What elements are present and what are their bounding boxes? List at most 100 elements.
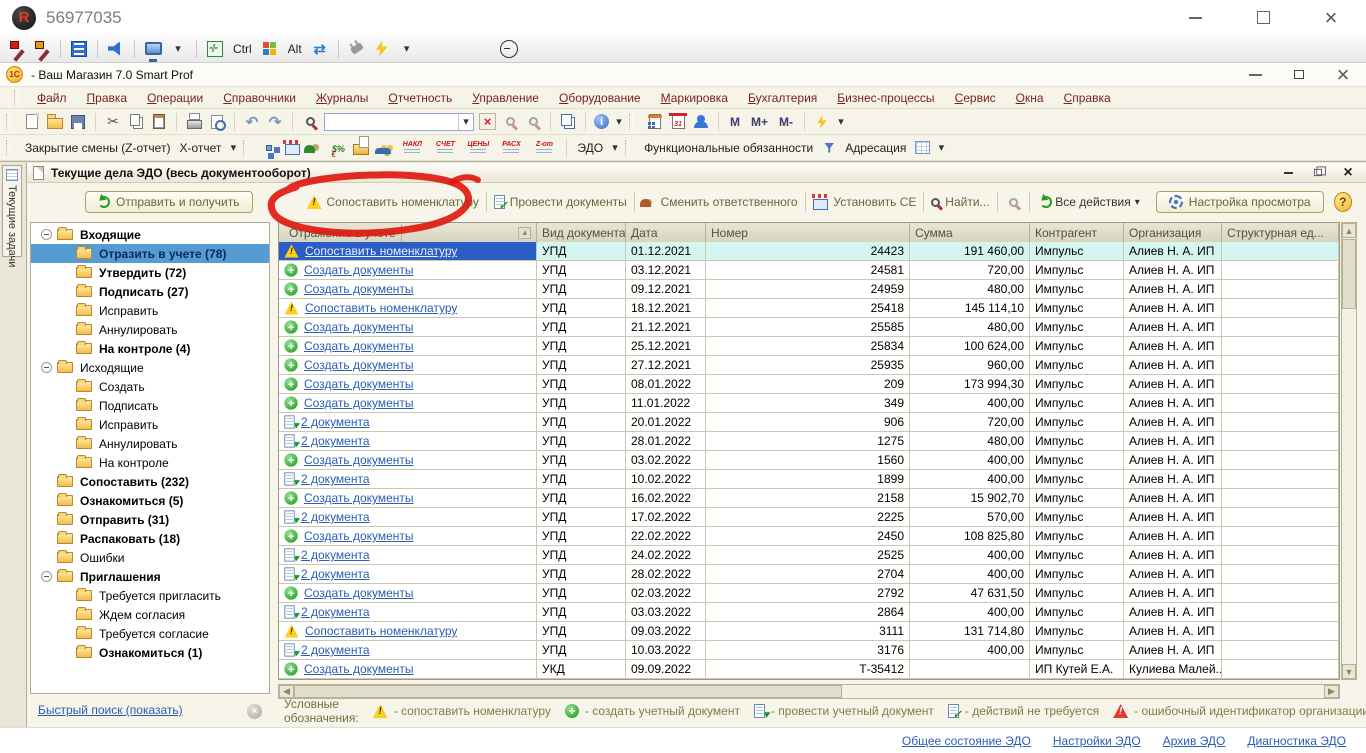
tree-item[interactable]: Входящие — [31, 225, 269, 244]
addressing-button[interactable]: Адресация — [843, 141, 908, 155]
funnel-icon[interactable] — [820, 139, 838, 157]
screen-mode-icon[interactable] — [144, 40, 162, 58]
undo-icon[interactable] — [243, 113, 261, 131]
row-action-link[interactable]: Создать документы — [304, 282, 414, 296]
info-icon[interactable] — [594, 114, 609, 129]
memory-button[interactable]: M+ — [748, 115, 771, 129]
row-action-link[interactable]: Сопоставить номенклатуру — [305, 301, 457, 315]
refresh-connection-icon[interactable] — [311, 40, 329, 58]
row-action-link[interactable]: Сопоставить номенклатуру — [305, 244, 457, 258]
tree-item[interactable]: Исправить — [31, 415, 269, 434]
menu-item[interactable]: Оборудование — [550, 89, 650, 107]
column-header-number[interactable]: Номер — [706, 223, 910, 242]
save-icon[interactable] — [69, 113, 87, 131]
document-shortcut-button[interactable]: СЧЕТ — [431, 141, 459, 155]
tree-item[interactable]: Сопоставить (232) — [31, 472, 269, 491]
send-receive-button[interactable]: Отправить и получить — [85, 191, 253, 213]
remote-minimize-button[interactable] — [1184, 7, 1206, 29]
tree-expander-icon[interactable] — [41, 362, 52, 373]
window-close-button[interactable] — [1340, 166, 1356, 180]
row-action-link[interactable]: Создать документы — [304, 453, 414, 467]
tree-expander-icon[interactable] — [41, 571, 52, 582]
menu-item[interactable]: Отчетность — [379, 89, 461, 107]
table-row[interactable]: 2 документа УПД 10.02.2022 1899 400,00 И… — [279, 470, 1339, 489]
tree-item[interactable]: На контроле (4) — [31, 339, 269, 358]
row-action-link[interactable]: Создать документы — [304, 586, 414, 600]
tree-item[interactable]: Распаковать (18) — [31, 529, 269, 548]
column-header-doc-type[interactable]: Вид документа — [537, 223, 626, 242]
group-icon[interactable] — [375, 139, 393, 157]
menu-item[interactable]: Бухгалтерия — [739, 89, 826, 107]
scroll-right-icon[interactable]: ▶ — [1324, 685, 1339, 698]
tree-item[interactable]: Требуется пригласить — [31, 586, 269, 605]
fullscreen-icon[interactable] — [206, 40, 224, 58]
table-row[interactable]: Создать документы УПД 09.12.2021 24959 4… — [279, 280, 1339, 299]
tree-item[interactable]: Создать — [31, 377, 269, 396]
tree-item[interactable]: На контроле — [31, 453, 269, 472]
plug-icon[interactable] — [348, 40, 366, 58]
menu-item[interactable]: Бизнес-процессы — [828, 89, 943, 107]
refresh-list-icon[interactable] — [1037, 193, 1055, 211]
paste-icon[interactable] — [150, 113, 168, 131]
table-row[interactable]: Создать документы УКД 09.09.2022 Т-35412… — [279, 660, 1339, 679]
table-row[interactable]: Создать документы УПД 16.02.2022 2158 15… — [279, 489, 1339, 508]
scroll-up-icon[interactable]: ▲ — [1342, 223, 1356, 238]
tree-item[interactable]: Ждем согласия — [31, 605, 269, 624]
calendar-icon[interactable] — [669, 113, 687, 131]
column-header-reflection[interactable]: Отражение в учете — [279, 223, 537, 242]
copy-icon[interactable] — [127, 113, 145, 131]
row-action-link[interactable]: Создать документы — [304, 491, 414, 505]
column-header-date[interactable]: Дата — [626, 223, 706, 242]
open-windows-icon[interactable] — [559, 113, 577, 131]
currency-icon[interactable] — [329, 139, 347, 157]
menu-item[interactable]: Журналы — [307, 89, 377, 107]
vertical-scroll-thumb[interactable] — [1342, 239, 1356, 309]
tree-item[interactable]: Утвердить (72) — [31, 263, 269, 282]
z-report-button[interactable]: Закрытие смены (Z-отчет) — [23, 141, 172, 155]
menu-item[interactable]: Управление — [463, 89, 548, 107]
table-row[interactable]: 2 документа УПД 28.01.2022 1275 480,00 И… — [279, 432, 1339, 451]
tree-item[interactable]: Аннулировать — [31, 320, 269, 339]
row-action-link[interactable]: Создать документы — [304, 396, 414, 410]
tree-item[interactable]: Исправить — [31, 301, 269, 320]
table-row[interactable]: Создать документы УПД 03.02.2022 1560 40… — [279, 451, 1339, 470]
row-action-link[interactable]: Сопоставить номенклатуру — [305, 624, 457, 638]
tree-item[interactable]: Отправить (31) — [31, 510, 269, 529]
table-row[interactable]: 2 документа УПД 17.02.2022 2225 570,00 И… — [279, 508, 1339, 527]
cut-icon[interactable] — [104, 113, 122, 131]
window-minimize-button[interactable] — [1280, 166, 1296, 180]
change-responsible-button[interactable]: Сменить ответственного — [642, 193, 798, 211]
table-row[interactable]: 2 документа УПД 10.03.2022 3176 400,00 И… — [279, 641, 1339, 660]
row-action-link[interactable]: 2 документа — [301, 643, 370, 657]
horizontal-scrollbar[interactable]: ◀ ▶ — [278, 684, 1340, 699]
memory-button[interactable]: M- — [776, 115, 796, 129]
scroll-down-icon[interactable]: ▼ — [1342, 664, 1356, 679]
start-menu-icon[interactable] — [261, 40, 279, 58]
tree-item[interactable]: Приглашения — [31, 567, 269, 586]
row-action-link[interactable]: 2 документа — [301, 415, 370, 429]
clear-find-icon[interactable] — [1004, 193, 1022, 211]
session-timer-icon[interactable] — [500, 40, 518, 58]
tree-item[interactable]: Подписать (27) — [31, 282, 269, 301]
print-preview-icon[interactable] — [208, 113, 226, 131]
footer-link[interactable]: Архив ЭДО — [1163, 734, 1226, 748]
lightning-dropdown-icon[interactable] — [836, 113, 846, 131]
blocks-icon[interactable] — [260, 139, 278, 157]
app-close-button[interactable] — [1334, 67, 1352, 83]
edo-dropdown-icon[interactable] — [610, 139, 620, 157]
tree-item[interactable]: Аннулировать — [31, 434, 269, 453]
menu-item[interactable]: Справочники — [214, 89, 305, 107]
match-nomenclature-button[interactable]: Сопоставить номенклатуру — [307, 195, 479, 209]
horizontal-scroll-thumb[interactable] — [294, 685, 842, 698]
column-header-contractor[interactable]: Контрагент — [1030, 223, 1124, 242]
row-action-link[interactable]: Создать документы — [304, 377, 414, 391]
column-header-sum[interactable]: Сумма — [910, 223, 1030, 242]
row-action-link[interactable]: 2 документа — [301, 472, 370, 486]
open-icon[interactable] — [46, 113, 64, 131]
row-action-link[interactable]: Создать документы — [304, 339, 414, 353]
addressing-dropdown-icon[interactable] — [936, 139, 946, 157]
tree-item[interactable]: Подписать — [31, 396, 269, 415]
find-previous-icon[interactable] — [501, 113, 519, 131]
lightning-icon[interactable] — [813, 113, 831, 131]
table-row[interactable]: Создать документы УПД 21.12.2021 25585 4… — [279, 318, 1339, 337]
